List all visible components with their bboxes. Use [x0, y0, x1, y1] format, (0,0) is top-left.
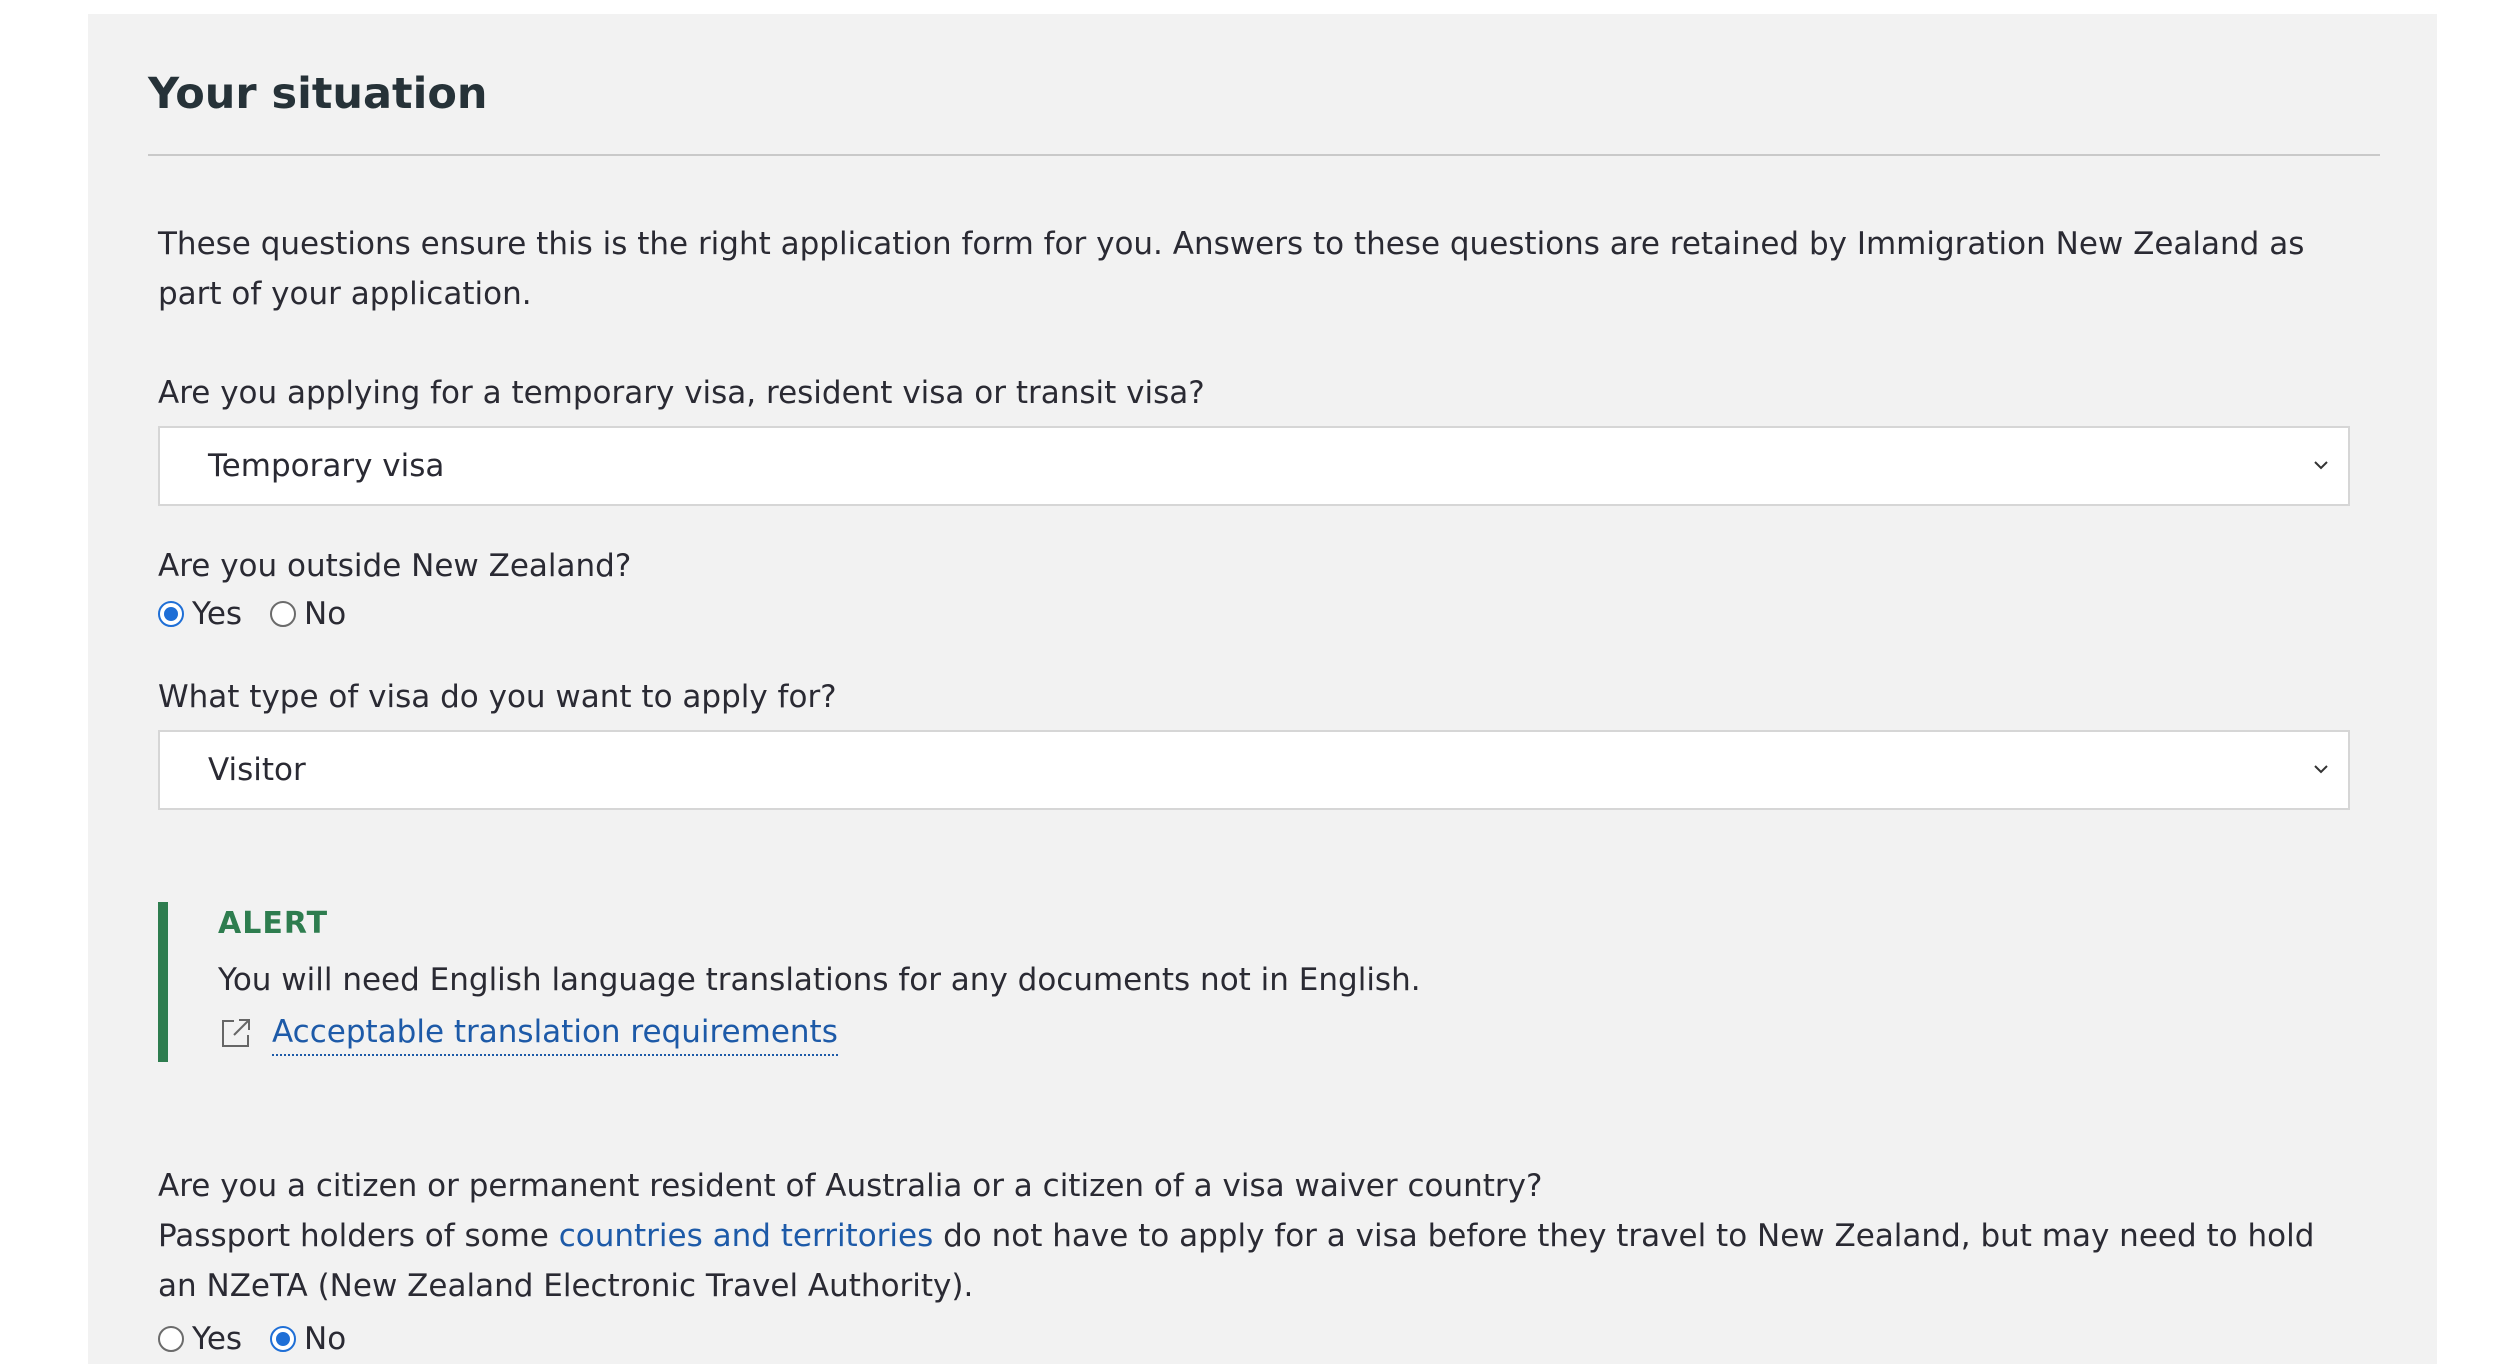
alert-title: ALERT	[218, 906, 329, 941]
section-title: Your situation	[148, 69, 488, 119]
visa-category-select[interactable]: Temporary visa	[158, 426, 2350, 506]
alert-link-row: Acceptable translation requirements	[218, 1010, 838, 1056]
visa-type-select[interactable]: Visitor	[158, 730, 2350, 810]
outside-nz-no-label[interactable]: No	[304, 594, 346, 634]
your-situation-panel: Your situation These questions ensure th…	[88, 14, 2437, 1364]
visa-category-selected-value: Temporary visa	[208, 448, 445, 484]
visa-category-label: Are you applying for a temporary visa, r…	[158, 375, 1205, 411]
outside-nz-no-radio[interactable]	[270, 601, 297, 627]
section-divider	[148, 154, 2380, 156]
visa-waiver-no-radio[interactable]	[270, 1326, 297, 1352]
visa-waiver-help-text: Passport holders of some countries and t…	[158, 1211, 2358, 1311]
countries-and-territories-link[interactable]: countries and territories	[559, 1218, 934, 1254]
intro-text: These questions ensure this is the right…	[158, 226, 2305, 312]
outside-nz-yes-radio[interactable]	[158, 601, 184, 627]
outside-nz-label: Are you outside New Zealand?	[158, 548, 632, 584]
help-text-start: Passport holders of some	[158, 1218, 559, 1254]
external-link-icon	[222, 1019, 250, 1047]
visa-type-label: What type of visa do you want to apply f…	[158, 679, 837, 715]
visa-waiver-radio-group: Yes No	[158, 1319, 374, 1359]
alert-body: You will need English language translati…	[218, 962, 1421, 998]
visa-waiver-no-label[interactable]: No	[304, 1319, 346, 1359]
chevron-down-icon	[2314, 461, 2328, 470]
outside-nz-yes-label[interactable]: Yes	[192, 594, 242, 634]
translation-alert: ALERT You will need English language tra…	[158, 902, 2268, 1062]
visa-type-selected-value: Visitor	[208, 752, 306, 788]
visa-waiver-label: Are you a citizen or permanent resident …	[158, 1168, 1543, 1204]
visa-waiver-yes-label[interactable]: Yes	[192, 1319, 242, 1359]
visa-waiver-yes-radio[interactable]	[158, 1326, 184, 1352]
chevron-down-icon	[2314, 765, 2328, 774]
outside-nz-radio-group: Yes No	[158, 594, 374, 634]
translation-requirements-link[interactable]: Acceptable translation requirements	[272, 1010, 838, 1056]
